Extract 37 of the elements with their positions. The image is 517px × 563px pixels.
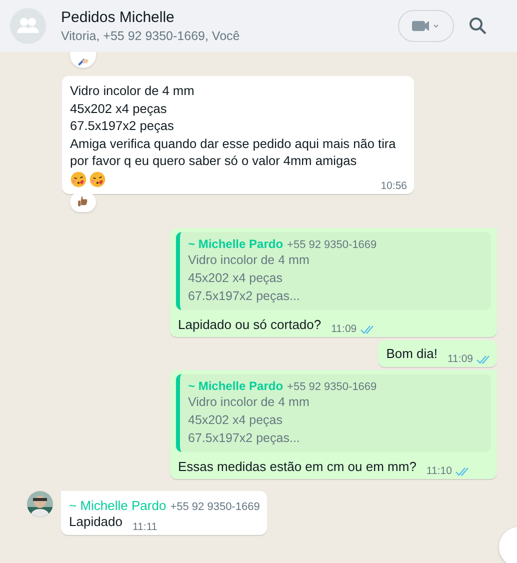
sender-phone: +55 92 9350-1669 — [170, 501, 260, 513]
quoted-author: ~ Michelle Pardo — [188, 236, 284, 250]
message-time: 11:09 — [448, 352, 473, 364]
kiss-emoji-icon — [70, 170, 87, 188]
quoted-phone: +55 92 9350-1669 — [287, 380, 377, 392]
video-camera-icon — [411, 19, 441, 33]
message-text: Vidro incolor de 4 mm — [70, 82, 196, 100]
quoted-phone: +55 92 9350-1669 — [287, 238, 377, 250]
message-text: Essas medidas estão em cm ou em mm? — [178, 458, 416, 475]
quoted-text: Vidro incolor de 4 mm — [188, 252, 310, 268]
message-text: Bom dia! — [386, 345, 438, 362]
message-time: 11:09 — [331, 323, 357, 335]
video-call-button[interactable] — [398, 10, 454, 42]
message-time: 10:56 — [380, 180, 407, 192]
message-text: Lapidado ou só cortado? — [178, 316, 322, 333]
message-text: 67.5x197x2 peças — [70, 117, 175, 134]
thumbs-up-icon — [76, 194, 90, 208]
message-time: 11:10 — [426, 465, 452, 477]
quoted-text: 45x202 x4 peças — [188, 270, 284, 286]
quoted-text: 67.5x197x2 peças... — [188, 288, 301, 304]
reaction-chip[interactable] — [70, 52, 96, 68]
message-text: Lapidado — [69, 513, 122, 530]
chat-members: Vitoria, +55 92 9350-1669, Você — [61, 29, 241, 43]
quoted-text: Vidro incolor de 4 mm — [188, 394, 310, 410]
quoted-author: ~ Michelle Pardo — [188, 378, 284, 392]
message-time: 11:11 — [132, 520, 158, 532]
message-text: Amiga verifica quando dar esse pedido aqui mais não tira por favor q eu quero saber só o valor 4mm amigas — [70, 134, 397, 170]
quoted-text: 45x202 x4 peças — [188, 412, 284, 428]
sender-name[interactable]: ~ Michelle Pardo — [69, 498, 166, 513]
search-icon[interactable] — [468, 16, 488, 36]
quoted-message[interactable]: ~ Michelle Pardo +55 92 9350-1669 Vidro incolor de 4 mm 45x202 x4 peças 67.5x197x2 peças... — [176, 374, 491, 452]
quoted-text: 67.5x197x2 peças... — [188, 430, 301, 446]
kiss-emoji-icon — [89, 170, 106, 188]
reaction-chip[interactable] — [70, 192, 96, 212]
chat-title[interactable]: Pedidos Michelle — [61, 9, 398, 26]
message-text: 45x202 x4 peças — [70, 100, 168, 117]
quoted-message[interactable]: ~ Michelle Pardo +55 92 9350-1669 Vidro incolor de 4 mm 45x202 x4 peças 67.5x197x2 peças... — [176, 232, 491, 310]
